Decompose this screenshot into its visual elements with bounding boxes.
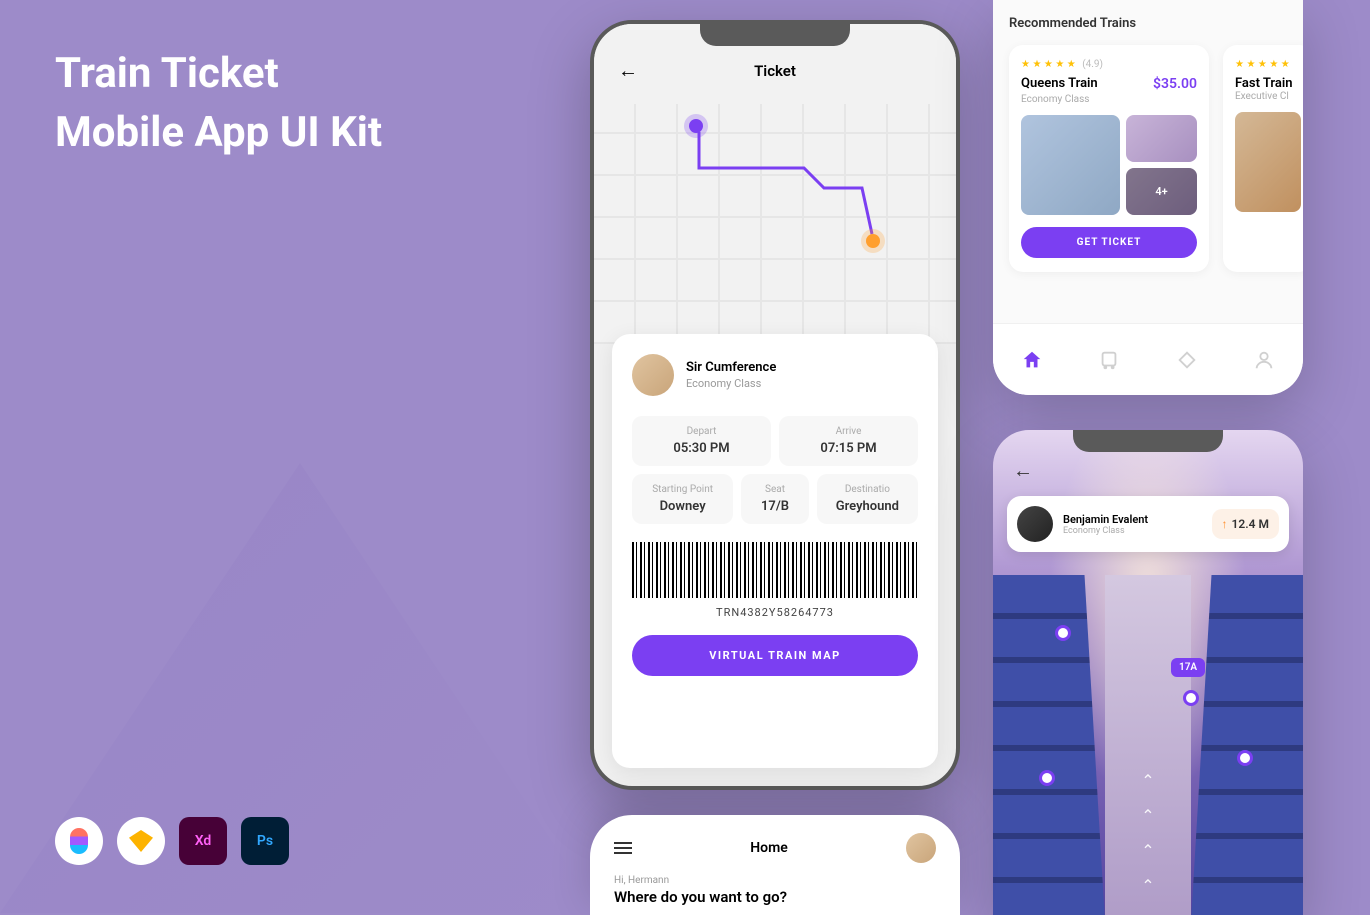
title-line1: Train Ticket <box>55 49 279 98</box>
train-class: Economy Class <box>1021 94 1197 105</box>
home-icon[interactable] <box>1021 349 1043 371</box>
back-arrow-icon[interactable]: ← <box>618 58 638 83</box>
depart-box: Depart 05:30 PM <box>632 416 771 466</box>
seat-label-tag: 17A <box>1171 658 1205 677</box>
tool-icons-row: Xd Ps <box>55 817 289 865</box>
passenger-info-card: Benjamin Evalent Economy Class ↑ 12.4 M <box>1007 496 1289 552</box>
seat-box: Seat 17/B <box>741 474 809 524</box>
bottom-nav <box>993 323 1303 395</box>
train-image <box>1021 115 1120 215</box>
arrive-box: Arrive 07:15 PM <box>779 416 918 466</box>
depart-value: 05:30 PM <box>640 441 763 456</box>
map-area: ← Ticket <box>594 24 956 344</box>
route-start-marker <box>689 119 703 133</box>
get-ticket-button[interactable]: GET TICKET <box>1021 227 1197 258</box>
ticket-screen: ← Ticket Sir Cumference Economy Class De… <box>590 20 960 790</box>
figma-icon <box>55 817 103 865</box>
screen-title: Home <box>750 840 788 856</box>
promo-title: Train Ticket Mobile App UI Kit <box>55 45 382 163</box>
start-box: Starting Point Downey <box>632 474 733 524</box>
profile-icon[interactable] <box>1253 349 1275 371</box>
menu-icon[interactable] <box>614 842 632 854</box>
seat-map-screen: ⌃⌃⌃⌃ 17A ← Benjamin Evalent Economy Clas… <box>993 430 1303 915</box>
depart-label: Depart <box>640 426 763 437</box>
seat-value: 17/B <box>749 499 801 514</box>
back-arrow-icon[interactable]: ← <box>1013 458 1033 483</box>
chevron-up-icon: ⌃⌃⌃⌃ <box>1141 771 1154 895</box>
passenger-class: Economy Class <box>1063 526 1202 536</box>
arrive-label: Arrive <box>787 426 910 437</box>
rating-stars: ★ ★ ★ ★ ★ (4.9) <box>1021 59 1197 70</box>
virtual-map-button[interactable]: VIRTUAL TRAIN MAP <box>632 635 918 676</box>
start-value: Downey <box>640 499 725 514</box>
train-image <box>1235 112 1301 212</box>
passenger-avatar <box>632 354 674 396</box>
phone-notch <box>1073 430 1223 452</box>
route-path <box>694 124 874 244</box>
greeting-text: Hi, Hermann <box>590 869 960 888</box>
distance-badge: ↑ 12.4 M <box>1212 509 1279 539</box>
rating-value: (4.9) <box>1082 59 1103 70</box>
user-avatar[interactable] <box>906 833 936 863</box>
prompt-text: Where do you want to go? <box>590 888 960 906</box>
destination-value: Greyhound <box>825 499 910 514</box>
ps-icon: Ps <box>241 817 289 865</box>
recommend-screen: Recommended Trains ★ ★ ★ ★ ★ (4.9) Queen… <box>993 0 1303 395</box>
barcode-number: TRN4382Y58264773 <box>632 606 918 619</box>
screen-title: Ticket <box>754 62 796 80</box>
destination-label: Destinatio <box>825 484 910 495</box>
seat-label: Seat <box>749 484 801 495</box>
ticket-icon[interactable] <box>1176 349 1198 371</box>
passenger-name: Sir Cumference <box>686 360 776 375</box>
seat-marker[interactable] <box>1237 750 1253 766</box>
rating-stars: ★ ★ ★ ★ ★ <box>1235 59 1301 70</box>
passenger-name: Benjamin Evalent <box>1063 513 1202 526</box>
seat-marker[interactable] <box>1039 770 1055 786</box>
phone-notch <box>700 24 850 46</box>
bus-icon[interactable] <box>1098 349 1120 371</box>
train-class: Executive Cl <box>1235 91 1301 102</box>
arrive-value: 07:15 PM <box>787 441 910 456</box>
train-image-more[interactable]: 4+ <box>1126 168 1197 215</box>
title-line2: Mobile App UI Kit <box>55 108 382 157</box>
seats-right <box>1191 575 1303 915</box>
train-card[interactable]: ★ ★ ★ ★ ★ Fast Train Executive Cl <box>1223 45 1303 272</box>
arrow-up-icon: ↑ <box>1222 517 1228 531</box>
start-label: Starting Point <box>640 484 725 495</box>
train-name: Fast Train <box>1235 76 1301 91</box>
more-images-count: 4+ <box>1126 168 1197 215</box>
train-name: Queens Train <box>1021 76 1098 91</box>
train-image-small <box>1126 115 1197 162</box>
seats-left <box>993 575 1105 915</box>
distance-value: 12.4 M <box>1232 517 1269 531</box>
passenger-avatar <box>1017 506 1053 542</box>
train-card[interactable]: ★ ★ ★ ★ ★ (4.9) Queens Train $35.00 Econ… <box>1009 45 1209 272</box>
ticket-card: Sir Cumference Economy Class Depart 05:3… <box>612 334 938 768</box>
home-screen: Home Hi, Hermann Where do you want to go… <box>590 815 960 915</box>
seat-marker-selected[interactable] <box>1183 690 1199 706</box>
train-price: $35.00 <box>1153 76 1197 92</box>
recommended-title: Recommended Trains <box>1009 16 1287 31</box>
sketch-icon <box>117 817 165 865</box>
passenger-class: Economy Class <box>686 377 776 390</box>
seat-marker[interactable] <box>1055 625 1071 641</box>
xd-icon: Xd <box>179 817 227 865</box>
destination-box: Destinatio Greyhound <box>817 474 918 524</box>
barcode <box>632 542 918 598</box>
route-end-marker <box>866 234 880 248</box>
